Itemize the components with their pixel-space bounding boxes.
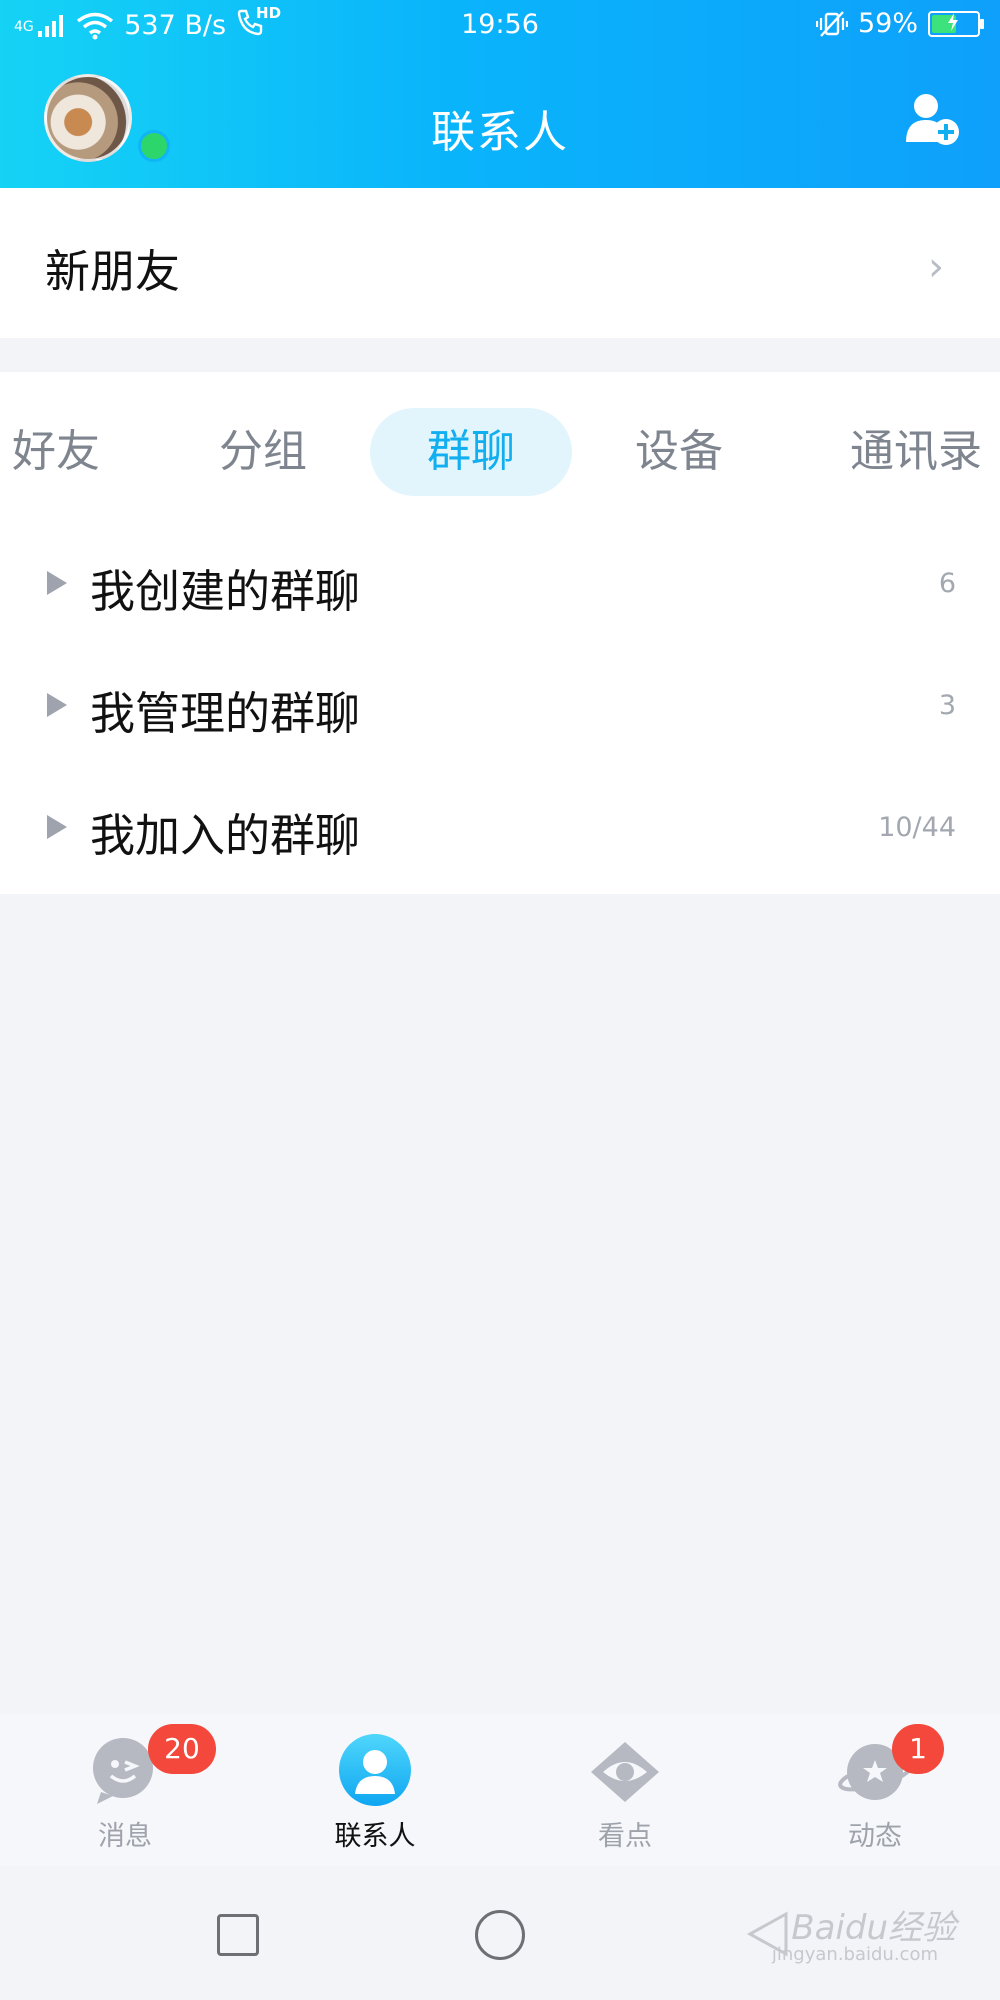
nav-contacts-label: 联系人	[334, 1821, 416, 1852]
system-nav-bar: Baidu经验 jingyan.baidu.com	[0, 1866, 1000, 2000]
group-category-count: 6	[938, 568, 956, 599]
notification-badge: 1	[892, 1724, 944, 1774]
nav-feed-label: 动态	[848, 1821, 902, 1852]
header-bar: 4G 537 B/s HD 19:56 59% 联系人	[0, 0, 1000, 188]
expand-arrow-icon	[47, 693, 67, 717]
bottom-nav: 消息 20 联系人 看点 动态 1	[0, 1714, 1000, 1866]
page-title: 联系人	[431, 107, 569, 158]
nav-contacts[interactable]: 联系人	[290, 1714, 460, 1866]
new-friends-row[interactable]: 新朋友 ›	[0, 188, 1000, 338]
expand-arrow-icon	[47, 571, 67, 595]
list-item[interactable]: 我加入的群聊 10/44	[0, 766, 1000, 888]
nav-messages[interactable]: 消息 20	[40, 1714, 216, 1866]
add-contact-icon[interactable]	[904, 92, 962, 148]
vibrate-off-icon	[815, 10, 848, 37]
status-bar: 4G 537 B/s HD 19:56 59%	[0, 0, 1000, 50]
group-category-name: 我管理的群聊	[90, 687, 361, 740]
new-friends-label: 新朋友	[45, 245, 181, 298]
watermark-url: jingyan.baidu.com	[771, 1944, 938, 1965]
status-right: 59%	[815, 8, 984, 39]
group-chat-list: 我创建的群聊 6 我管理的群聊 3 我加入的群聊 10/44	[0, 522, 1000, 894]
watermark-logo: Baidu经验	[791, 1908, 956, 1948]
tab-address-book[interactable]: 通讯录	[832, 408, 1000, 496]
nav-discover[interactable]: 看点	[540, 1714, 710, 1866]
eye-icon	[591, 1742, 659, 1802]
chevron-right-icon: ›	[928, 244, 944, 290]
tab-devices[interactable]: 设备	[604, 408, 754, 496]
nav-feed[interactable]: 动态 1	[790, 1714, 960, 1866]
contact-person-icon	[339, 1734, 411, 1806]
home-button[interactable]	[475, 1910, 525, 1960]
group-category-count: 3	[938, 690, 956, 721]
tab-friends[interactable]: 好友	[0, 408, 112, 496]
tab-group-chats[interactable]: 群聊	[370, 408, 572, 496]
contact-tabs: 好友 分组 群聊 设备 通讯录	[0, 372, 1000, 522]
group-category-name: 我创建的群聊	[90, 565, 361, 618]
list-item[interactable]: 我创建的群聊 6	[0, 522, 1000, 644]
battery-icon	[928, 10, 984, 37]
recent-apps-button[interactable]	[217, 1914, 259, 1956]
unread-badge: 20	[148, 1724, 216, 1774]
group-category-name: 我加入的群聊	[90, 809, 361, 862]
tab-groups[interactable]: 分组	[188, 408, 338, 496]
battery-percent: 59%	[857, 8, 918, 39]
group-category-count: 10/44	[878, 812, 956, 843]
list-item[interactable]: 我管理的群聊 3	[0, 644, 1000, 766]
nav-discover-label: 看点	[598, 1821, 652, 1852]
nav-messages-label: 消息	[98, 1821, 152, 1852]
expand-arrow-icon	[47, 815, 67, 839]
